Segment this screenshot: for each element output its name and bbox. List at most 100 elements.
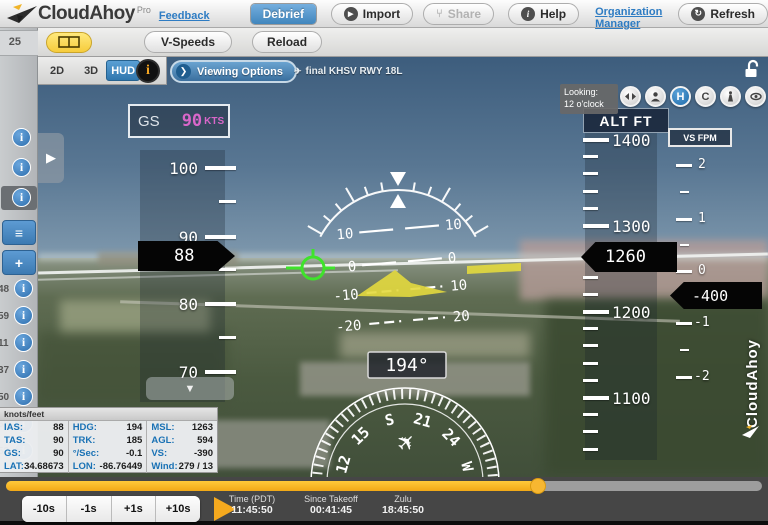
vs-tick-label: -2: [694, 369, 710, 384]
pitch-label: 20: [452, 308, 470, 325]
airspeed-pointer: 88: [138, 241, 235, 271]
cloudahoy-logo-icon: [7, 3, 37, 23]
import-icon: ▶: [343, 6, 358, 21]
expand-sidebar-button[interactable]: ▶: [38, 133, 64, 183]
organization-manager-link[interactable]: Organization Manager: [595, 6, 662, 30]
gs-unit: KTS: [204, 115, 225, 127]
add-segment-button[interactable]: +: [2, 250, 36, 275]
compass-label: 15: [348, 423, 373, 448]
segment-info-icon[interactable]: i: [12, 158, 31, 177]
segments-menu-button[interactable]: ≡: [2, 220, 36, 245]
altitude-pointer: 1260: [581, 242, 677, 272]
segment-breadcrumb: ✈ final KHSV RWY 18L: [294, 66, 403, 77]
view-3d-button[interactable]: 3D: [78, 61, 104, 81]
viewing-options-button[interactable]: ❯ Viewing Options: [170, 60, 297, 83]
tab-debrief[interactable]: Debrief: [250, 3, 316, 24]
segment-number: 59: [0, 311, 10, 322]
track-marker: [357, 270, 447, 297]
vspeeds-button[interactable]: V-Speeds: [144, 31, 233, 53]
bank-pointer-triangle: [390, 194, 406, 208]
tab-flights[interactable]: Flights: [316, 4, 317, 24]
vs-tick-label: 0: [698, 263, 706, 278]
vs-tick-label: 1: [698, 211, 706, 226]
segment-info-icon[interactable]: i: [14, 333, 33, 352]
segment-number: 50: [0, 392, 10, 403]
gs-value: 90: [181, 111, 203, 131]
cloudahoy-app: CloudAhoy Pro Feedback Debrief Flights A…: [0, 0, 768, 525]
pitch-label: 10: [336, 226, 354, 243]
back-10s-button[interactable]: -10s: [22, 496, 66, 522]
pitch-label: -20: [335, 318, 362, 336]
chevron-right-icon: ❯: [176, 64, 191, 79]
flight-data-panel: knots/feet IAS: 88 HDG: 194 MSL: 1263 TAS: 9…: [0, 407, 218, 473]
tower-view-button[interactable]: [720, 86, 741, 107]
segment-plane-icon: ✈: [294, 66, 302, 76]
split-view-icon: [58, 36, 80, 48]
cockpit-view-button[interactable]: C: [695, 86, 716, 107]
logo-pro-badge: Pro: [136, 4, 151, 15]
time-zulu: Zulu 18:45:50: [381, 494, 425, 516]
gs-label: GS: [138, 112, 160, 130]
speed-tape-scroll-down-button[interactable]: ▼: [146, 377, 234, 400]
transport-bar: -10s -1s +1s +10s Time (PDT) 11:45:50 Si…: [0, 477, 768, 525]
data-panel-header: knots/feet: [0, 408, 217, 421]
cloudahoy-watermark: CloudAhoy: [744, 339, 761, 428]
speed-tick-label: 100: [169, 159, 198, 178]
main-tabs: Debrief Flights Account: [249, 2, 317, 25]
alt-tick-label: 1200: [612, 303, 651, 322]
timeline-scrubber[interactable]: [6, 478, 762, 494]
vs-pointer: -400: [670, 282, 762, 309]
segment-info-icon[interactable]: i: [14, 360, 33, 379]
feedback-link[interactable]: Feedback: [159, 10, 210, 22]
fwd-1s-button[interactable]: +1s: [110, 496, 156, 522]
segment-number: 48: [0, 284, 10, 295]
alt-tick-label: 1400: [612, 131, 651, 150]
timeline-thumb[interactable]: [530, 478, 546, 494]
unlock-icon[interactable]: [742, 59, 762, 84]
segment-info-icon[interactable]: i: [12, 128, 31, 147]
heading-value: 194°: [385, 355, 428, 376]
logo-text: CloudAhoy: [38, 2, 135, 24]
vs-tick-label: -1: [694, 315, 710, 330]
track-marker-wing: [467, 263, 521, 274]
refresh-button[interactable]: ↻ Refresh: [678, 2, 768, 25]
looking-direction-label: Looking: 12 o'clock: [560, 84, 618, 114]
pilot-view-icon: [651, 92, 660, 102]
pitch-label: -10: [333, 287, 360, 305]
share-button[interactable]: ⑂ Share: [423, 2, 495, 25]
pitch-label: 10: [444, 216, 462, 233]
import-button[interactable]: ▶ Import: [330, 2, 414, 25]
timeline-progress: [6, 481, 536, 491]
fwd-10s-button[interactable]: +10s: [155, 496, 200, 522]
alt-tick-label: 1300: [612, 217, 651, 236]
layout-toggle-button[interactable]: [46, 31, 92, 53]
segment-info-icon[interactable]: i: [14, 279, 33, 298]
segment-info-icon[interactable]: i: [14, 387, 33, 406]
compass-label: 12: [332, 453, 354, 475]
cloudahoy-logo[interactable]: CloudAhoy Pro: [6, 3, 151, 25]
back-1s-button[interactable]: -1s: [65, 496, 111, 522]
hud-view-button[interactable]: H: [670, 86, 691, 107]
eye-view-button[interactable]: [745, 86, 766, 107]
hud-info-button[interactable]: i: [136, 59, 160, 83]
compass-label: 21: [411, 409, 433, 431]
pitch-label: 0: [347, 259, 357, 276]
header: CloudAhoy Pro Feedback Debrief Flights A…: [0, 0, 768, 30]
reload-button[interactable]: Reload: [252, 31, 323, 53]
chase-view-button[interactable]: [620, 86, 641, 107]
watermark-logo-icon: [742, 425, 759, 438]
hud-symbology: 10 10 0 0 -10 10 -20 20 194° 12 15 S 21 …: [286, 172, 521, 483]
pitch-label: 10: [450, 277, 468, 294]
flight-path-marker: [286, 249, 335, 281]
groundspeed-box: GS 90 KTS: [128, 104, 230, 138]
segment-info-icon[interactable]: i: [14, 306, 33, 325]
vs-tick-label: 2: [698, 157, 706, 172]
sidebar-top-number: 25: [8, 36, 21, 48]
chase-arrows-icon: [625, 93, 636, 100]
view-2d-button[interactable]: 2D: [44, 61, 70, 81]
eye-view-icon: [749, 92, 762, 101]
help-button[interactable]: i Help: [508, 2, 580, 25]
segment-info-icon[interactable]: i: [12, 188, 31, 207]
pilot-view-button[interactable]: [645, 86, 666, 107]
help-info-icon: i: [521, 6, 536, 21]
